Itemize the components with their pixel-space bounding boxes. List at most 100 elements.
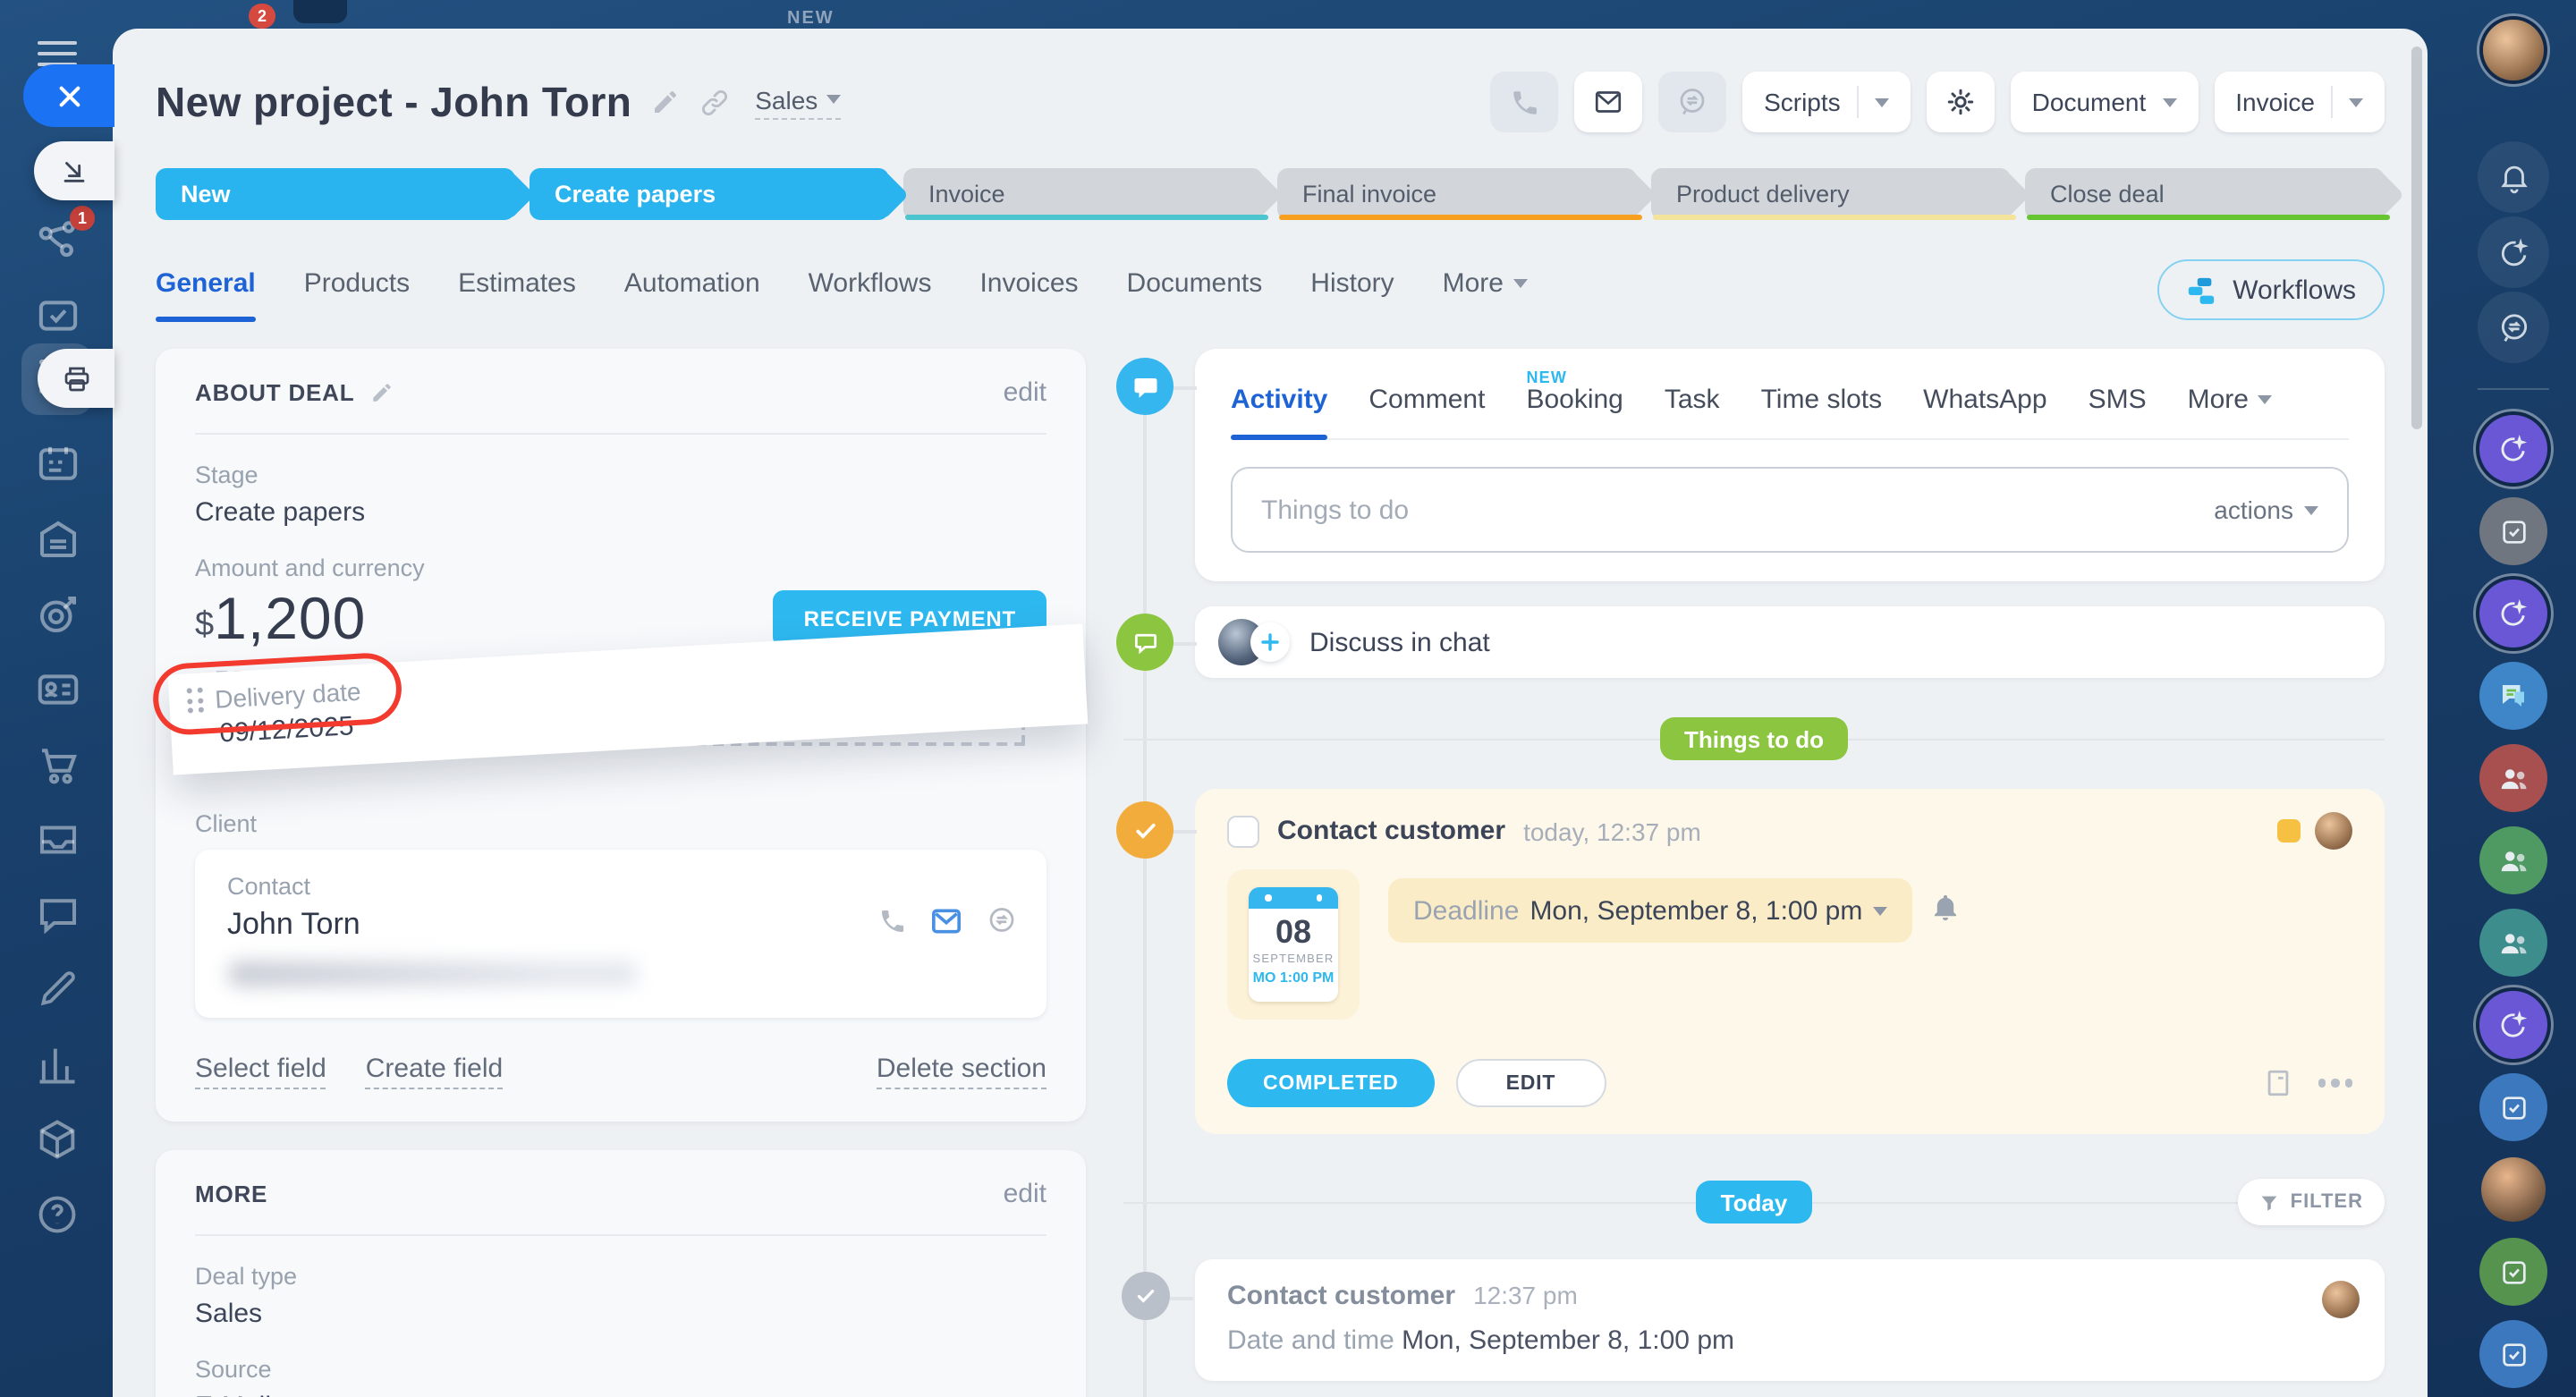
copilot-swirl-icon xyxy=(2500,237,2528,266)
pinned-chat-avatar[interactable] xyxy=(2481,1157,2546,1222)
sidebar-item-chat[interactable] xyxy=(0,891,114,939)
source-value: E-Mail xyxy=(195,1392,1046,1397)
tab-activity[interactable]: Activity xyxy=(1231,385,1328,440)
create-field-link[interactable]: Create field xyxy=(365,1054,504,1089)
about-edit-link[interactable]: edit xyxy=(1004,377,1046,408)
tab-workflows[interactable]: Workflows xyxy=(809,268,932,322)
stage-final-invoice[interactable]: Final invoice xyxy=(1277,168,1642,220)
sidebar-item-products[interactable] xyxy=(0,1116,114,1163)
pinned-chat[interactable] xyxy=(2479,744,2547,812)
tab-time-slots[interactable]: Time slots xyxy=(1761,385,1883,438)
email-contact-button[interactable] xyxy=(928,903,964,939)
tab-activity-more[interactable]: More xyxy=(2188,385,2272,438)
sidebar-item-storage[interactable] xyxy=(0,515,114,563)
tab-whatsapp[interactable]: WhatsApp xyxy=(1923,385,2046,438)
stage-create-papers[interactable]: Create papers xyxy=(530,168,889,220)
tab-comment[interactable]: Comment xyxy=(1368,385,1485,438)
pinned-chat[interactable] xyxy=(2479,991,2547,1059)
pinned-chat[interactable] xyxy=(2479,497,2547,565)
live-chat-button[interactable] xyxy=(1658,72,1727,132)
user-avatar[interactable] xyxy=(2483,20,2544,80)
email-button[interactable] xyxy=(1574,72,1643,132)
pinned-chat[interactable] xyxy=(2479,826,2547,894)
tab-general[interactable]: General xyxy=(156,268,256,322)
tab-booking[interactable]: NEW Booking xyxy=(1526,368,1623,438)
discuss-in-chat-row[interactable]: Discuss in chat xyxy=(1116,606,2385,678)
tab-estimates[interactable]: Estimates xyxy=(458,268,576,322)
sidebar-item-calendar[interactable] xyxy=(0,440,114,488)
sidebar-item-help[interactable] xyxy=(0,1191,114,1238)
sidebar-item-contacts[interactable] xyxy=(0,665,114,714)
pipeline-selector[interactable]: Sales xyxy=(755,85,842,119)
today-pill: Today xyxy=(1695,1181,1813,1223)
tab-task[interactable]: Task xyxy=(1665,385,1720,438)
task-checkbox[interactable] xyxy=(1227,815,1259,847)
sidebar-item-tasks[interactable] xyxy=(0,292,114,340)
workflows-button[interactable]: Workflows xyxy=(2157,259,2385,320)
invoice-button[interactable]: Invoice xyxy=(2214,72,2385,132)
annotation-red-oval xyxy=(151,651,404,737)
sidebar-item-goals[interactable] xyxy=(0,590,114,639)
rename-section-button[interactable] xyxy=(370,381,394,404)
stage-close-deal[interactable]: Close deal xyxy=(2025,168,2390,220)
invoice-label: Invoice xyxy=(2235,88,2315,116)
sidebar-item-sales[interactable] xyxy=(0,741,114,789)
tab-sms[interactable]: SMS xyxy=(2089,385,2147,438)
deadline-dropdown[interactable]: Deadline Mon, September 8, 1:00 pm xyxy=(1388,878,1913,943)
tab-documents[interactable]: Documents xyxy=(1127,268,1263,322)
sidebar-item-inbox[interactable] xyxy=(0,816,114,864)
reminder-bell-icon[interactable] xyxy=(1930,893,1961,1020)
close-button[interactable] xyxy=(23,64,114,127)
pencil-icon xyxy=(655,91,677,113)
call-contact-button[interactable] xyxy=(878,907,907,936)
tab-history[interactable]: History xyxy=(1310,268,1394,322)
copilot-button[interactable] xyxy=(2478,216,2549,288)
edit-title-button[interactable] xyxy=(651,88,680,116)
tab-products[interactable]: Products xyxy=(304,268,410,322)
pinned-chat[interactable] xyxy=(2479,415,2547,483)
activity-log-entry[interactable]: Contact customer 12:37 pm Date and time … xyxy=(1122,1259,2385,1381)
backdrop-button xyxy=(293,0,347,23)
print-overlay-button[interactable] xyxy=(38,349,114,408)
tab-invoices[interactable]: Invoices xyxy=(979,268,1078,322)
pinned-chat[interactable] xyxy=(2479,1073,2547,1141)
call-button[interactable] xyxy=(1490,72,1559,132)
note-icon[interactable] xyxy=(2262,1068,2292,1098)
completed-button[interactable]: COMPLETED xyxy=(1227,1059,1435,1107)
sidebar-item-crm[interactable]: 1 xyxy=(0,206,114,265)
messenger-button[interactable] xyxy=(2478,292,2549,363)
sidebar-item-reports[interactable] xyxy=(0,1041,114,1088)
sidebar-item-notes[interactable] xyxy=(0,966,114,1011)
stage-product-delivery[interactable]: Product delivery xyxy=(1651,168,2016,220)
todo-input-wrap: actions xyxy=(1231,467,2349,553)
task-title[interactable]: Contact customer xyxy=(1277,816,1505,846)
contact-card[interactable]: Contact John Torn xyxy=(195,850,1046,1018)
pinned-chat[interactable] xyxy=(2479,1238,2547,1306)
copy-link-button[interactable] xyxy=(699,87,730,117)
todo-input[interactable] xyxy=(1261,495,2215,525)
stage-invoice[interactable]: Invoice xyxy=(903,168,1268,220)
chat-contact-button[interactable] xyxy=(986,905,1018,937)
document-button[interactable]: Document xyxy=(2010,72,2199,132)
pinned-chat[interactable] xyxy=(2479,580,2547,648)
more-edit-link[interactable]: edit xyxy=(1004,1179,1046,1209)
task-color-tag[interactable] xyxy=(2277,819,2301,842)
pinned-chat[interactable] xyxy=(2479,662,2547,730)
edit-task-button[interactable]: EDIT xyxy=(1455,1059,1606,1107)
settings-button[interactable] xyxy=(1926,72,1995,132)
actions-dropdown[interactable]: actions xyxy=(2214,495,2318,524)
pinned-chat[interactable] xyxy=(2479,1320,2547,1388)
scripts-button[interactable]: Scripts xyxy=(1742,72,1911,132)
more-options-icon[interactable] xyxy=(2318,1079,2352,1088)
add-participant-button[interactable] xyxy=(1250,622,1290,662)
delete-section-link[interactable]: Delete section xyxy=(876,1054,1046,1089)
stage-new[interactable]: New xyxy=(156,168,515,220)
select-field-link[interactable]: Select field xyxy=(195,1054,326,1089)
collapse-overlay-button[interactable] xyxy=(34,141,114,200)
tab-more[interactable]: More xyxy=(1443,268,1527,322)
vertical-scrollbar[interactable] xyxy=(2411,47,2422,429)
tab-automation[interactable]: Automation xyxy=(624,268,760,322)
filter-button[interactable]: FILTER xyxy=(2238,1179,2385,1225)
notifications-button[interactable] xyxy=(2478,141,2549,213)
pinned-chat[interactable] xyxy=(2479,909,2547,977)
